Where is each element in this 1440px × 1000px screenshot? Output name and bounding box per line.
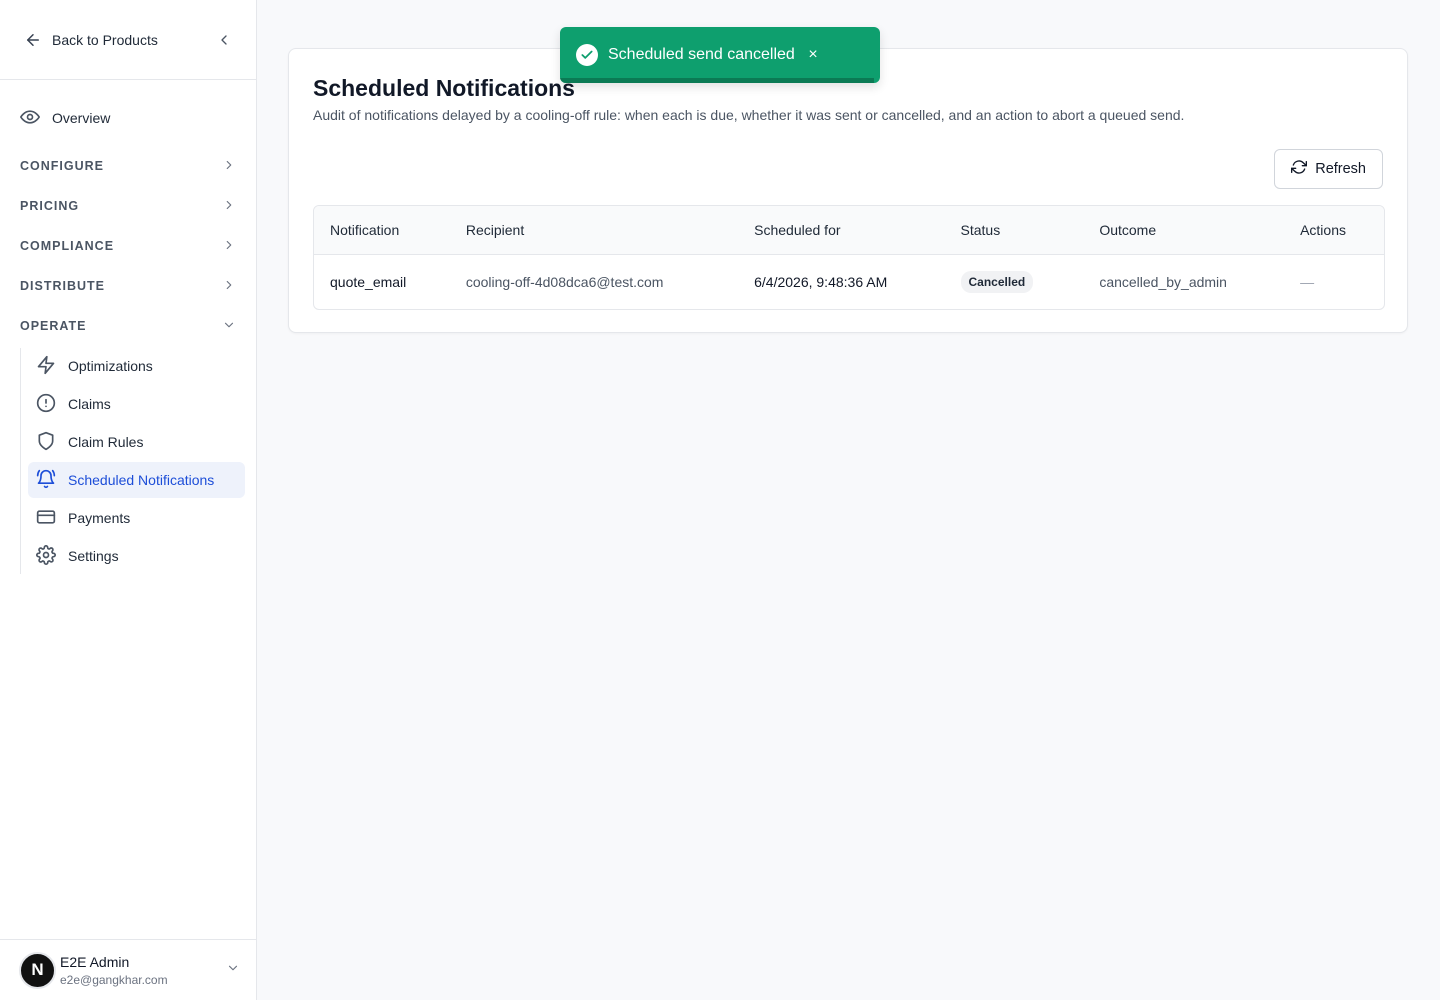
- sidebar-item-payments[interactable]: Payments: [28, 500, 245, 536]
- collapse-sidebar-button[interactable]: [212, 28, 236, 52]
- chevron-right-icon: [222, 278, 236, 295]
- toast-progress-bar: [560, 78, 874, 83]
- column-header: Recipient: [465, 221, 525, 238]
- chevron-left-icon: [216, 32, 232, 48]
- back-to-products-label: Back to Products: [52, 31, 158, 48]
- cell-outcome: cancelled_by_admin: [1099, 273, 1227, 290]
- lightning-icon: [36, 355, 56, 378]
- cell-status: Cancelled: [945, 254, 1084, 309]
- actions-empty: —: [1300, 273, 1315, 290]
- toast-message: Scheduled send cancelled: [608, 46, 795, 63]
- status-badge: Cancelled: [960, 270, 1034, 293]
- check-circle-icon: [576, 44, 598, 66]
- sidebar-item-claims[interactable]: Claims: [28, 386, 245, 422]
- arrow-left-icon: [24, 31, 42, 49]
- cell-actions: —: [1284, 254, 1384, 309]
- page-title: Scheduled Notifications: [313, 75, 575, 101]
- section-compliance[interactable]: COMPLIANCE: [12, 226, 244, 266]
- cell-recipient: cooling-off-4d08dca6@test.com: [465, 273, 664, 290]
- operate-subnav: Optimizations Claims Claim Rules Schedul…: [20, 348, 245, 574]
- shield-icon: [36, 431, 56, 454]
- sidebar-item-label: Settings: [68, 548, 119, 564]
- eye-icon: [20, 107, 41, 130]
- section-operate[interactable]: OPERATE: [12, 306, 244, 346]
- section-label: PRICING: [20, 199, 80, 213]
- cell-notification: quote_email: [330, 273, 407, 290]
- gear-icon: [36, 544, 56, 568]
- sidebar: Back to Products Overview CONFIGURE PRIC…: [0, 0, 257, 1000]
- page-description: Audit of notifications delayed by a cool…: [313, 107, 1185, 123]
- section-label: CONFIGURE: [20, 159, 104, 173]
- close-icon[interactable]: ×: [802, 44, 824, 66]
- sidebar-header: Back to Products: [0, 0, 256, 80]
- refresh-label: Refresh: [1315, 161, 1366, 177]
- sidebar-item-settings[interactable]: Settings: [28, 538, 245, 574]
- table-header-row: Notification Recipient Scheduled for Sta…: [314, 206, 1384, 254]
- back-to-products-link[interactable]: Back to Products: [24, 31, 212, 49]
- sidebar-item-label: Optimizations: [68, 358, 153, 374]
- credit-card-icon: [36, 507, 56, 530]
- sidebar-item-label: Claim Rules: [68, 434, 144, 450]
- cell-scheduled-for: 6/4/2026, 9:48:36 AM: [754, 273, 888, 290]
- bell-icon: [36, 469, 56, 492]
- chevron-down-icon: [226, 961, 240, 980]
- alert-circle-icon: [36, 393, 56, 416]
- column-header: Actions: [1300, 221, 1346, 238]
- user-email: e2e@gangkhar.com: [60, 972, 168, 987]
- column-header: Notification: [330, 221, 400, 238]
- refresh-icon: [1291, 159, 1308, 179]
- sidebar-item-scheduled-notifications[interactable]: Scheduled Notifications: [28, 462, 245, 498]
- notifications-card: Scheduled Notifications Audit of notific…: [288, 48, 1408, 333]
- sidebar-item-label: Payments: [68, 510, 131, 526]
- section-label: COMPLIANCE: [20, 239, 115, 253]
- column-header: Status: [960, 221, 1001, 238]
- table-row: quote_email cooling-off-4d08dca6@test.co…: [314, 254, 1384, 309]
- refresh-button[interactable]: Refresh: [1274, 149, 1383, 189]
- sidebar-item-overview[interactable]: Overview: [12, 100, 244, 136]
- section-distribute[interactable]: DISTRIBUTE: [12, 266, 244, 306]
- section-pricing[interactable]: PRICING: [12, 186, 244, 226]
- user-menu[interactable]: N E2E Admin e2e@gangkhar.com: [0, 939, 256, 1000]
- sidebar-item-label: Claims: [68, 396, 111, 412]
- chevron-down-icon: [222, 318, 236, 335]
- sidebar-item-optimizations[interactable]: Optimizations: [28, 348, 245, 384]
- section-label: OPERATE: [20, 319, 87, 333]
- chevron-right-icon: [222, 158, 236, 175]
- chevron-right-icon: [222, 238, 236, 255]
- sidebar-item-label: Scheduled Notifications: [68, 472, 215, 488]
- sidebar-nav: Overview CONFIGURE PRICING COMPLIANCE DI…: [0, 80, 256, 574]
- toast-notification: Scheduled send cancelled ×: [560, 27, 880, 83]
- sidebar-item-label: Overview: [52, 110, 111, 126]
- chevron-right-icon: [222, 198, 236, 215]
- section-configure[interactable]: CONFIGURE: [12, 146, 244, 186]
- avatar: N: [19, 951, 56, 989]
- column-header: Scheduled for: [754, 221, 841, 238]
- sidebar-item-claim-rules[interactable]: Claim Rules: [28, 424, 245, 460]
- column-header: Outcome: [1099, 221, 1157, 238]
- user-name: E2E Admin: [60, 953, 130, 970]
- section-label: DISTRIBUTE: [20, 279, 105, 293]
- user-info: E2E Admin e2e@gangkhar.com: [60, 954, 226, 987]
- notifications-table: Notification Recipient Scheduled for Sta…: [313, 205, 1385, 310]
